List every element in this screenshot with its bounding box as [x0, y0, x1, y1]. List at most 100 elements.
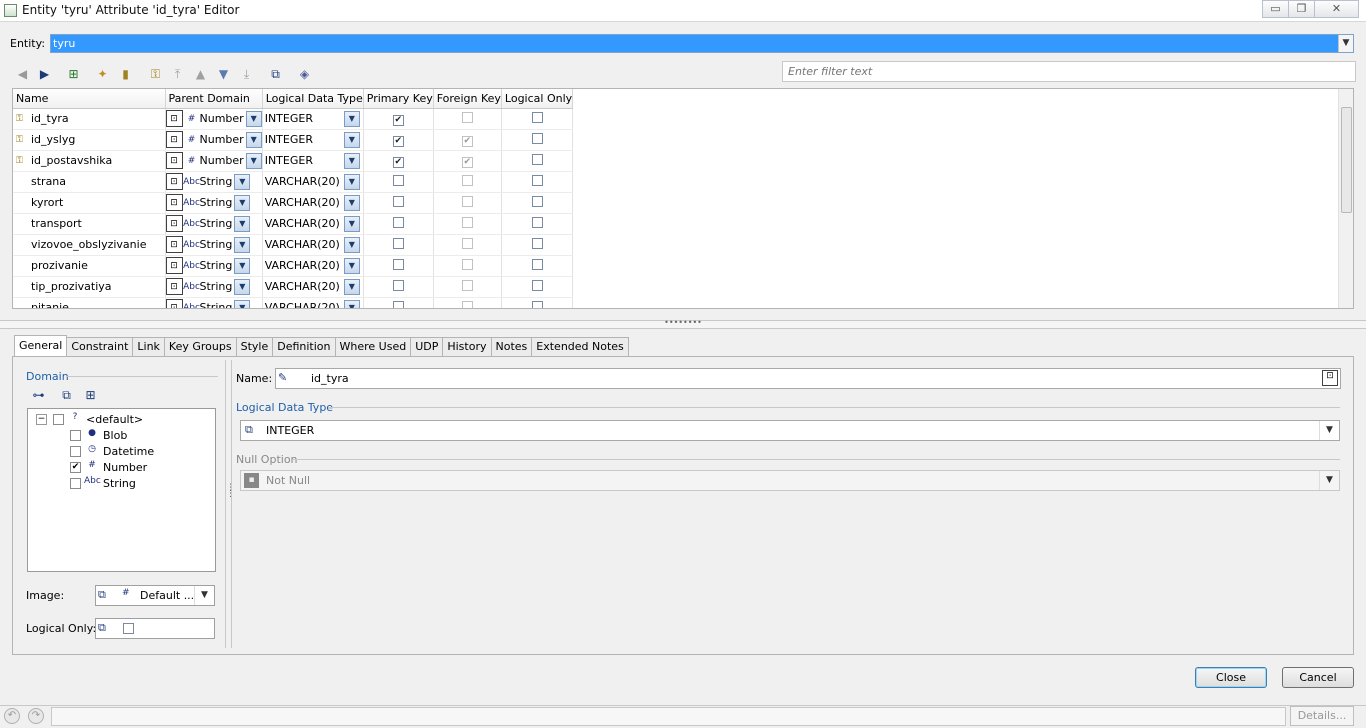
parent-domain-cell[interactable]: ⊡ Abc String ▼	[165, 192, 263, 214]
column-header-primary-key[interactable]: Primary Key	[363, 89, 434, 109]
chevron-down-icon[interactable]: ▼	[194, 586, 214, 605]
primary-key-checkbox[interactable]	[392, 258, 404, 270]
domain-picker-icon[interactable]: ⊡	[165, 299, 183, 308]
tree-node-checkbox[interactable]	[70, 445, 81, 457]
logical-only-checkbox[interactable]	[531, 216, 543, 228]
column-header-parent-domain[interactable]: Parent Domain	[165, 89, 263, 109]
table-row[interactable]: vizovoe_obslyzivanie ⊡ Abc String ▼ VARCHAR(2…	[13, 234, 574, 256]
move-down-icon[interactable]: ▼	[215, 66, 232, 82]
chevron-down-icon[interactable]: ▼	[245, 131, 262, 148]
cancel-button[interactable]: Cancel	[1282, 667, 1354, 688]
chevron-down-icon[interactable]: ▼	[343, 131, 360, 148]
restore-button[interactable]: ❐	[1288, 0, 1315, 18]
logical-only-checkbox[interactable]	[531, 174, 543, 186]
parent-domain-cell[interactable]: ⊡ # Number ▼	[165, 108, 263, 130]
chevron-down-icon[interactable]: ▼	[234, 194, 251, 211]
tab-style[interactable]: Style	[235, 337, 274, 357]
domain-picker-icon[interactable]: ⊡	[165, 152, 183, 169]
logical-data-type-cell[interactable]: VARCHAR(20) ▼	[262, 234, 364, 256]
logical-only-checkbox[interactable]	[531, 258, 543, 270]
logical-only-checkbox[interactable]	[531, 300, 543, 308]
domain-picker-icon[interactable]: ⊡	[165, 173, 183, 190]
logical-data-type-cell[interactable]: INTEGER ▼	[262, 129, 364, 151]
table-row[interactable]: ⚿ id_postavshika ⊡ # Number ▼ INTEGER ▼ ✔ ✔	[13, 150, 574, 172]
chevron-down-icon[interactable]: ▼	[343, 257, 360, 274]
primary-key-checkbox[interactable]	[392, 174, 404, 186]
attribute-name-cell[interactable]: prozivanie	[13, 255, 166, 277]
attribute-name-cell[interactable]: kyrort	[13, 192, 166, 214]
parent-domain-cell[interactable]: ⊡ # Number ▼	[165, 150, 263, 172]
table-row[interactable]: pitanie ⊡ Abc String ▼ VARCHAR(20) ▼	[13, 297, 574, 308]
undo-icon[interactable]: ↶	[4, 708, 20, 724]
column-header-logical-data-type[interactable]: Logical Data Type	[262, 89, 364, 109]
chevron-down-icon[interactable]: ▼	[234, 299, 251, 308]
tab-extended-notes[interactable]: Extended Notes	[531, 337, 629, 357]
move-up-icon[interactable]: ▲	[192, 66, 209, 82]
domain-new-icon[interactable]: ⧉	[58, 387, 75, 403]
tree-node-checkbox[interactable]	[70, 429, 81, 441]
domain-picker-icon[interactable]: ⊡	[165, 278, 183, 295]
chevron-down-icon[interactable]: ▼	[343, 236, 360, 253]
tree-node[interactable]: ● Blob	[70, 428, 127, 442]
image-picker-icon[interactable]: ⧉	[98, 588, 106, 602]
move-bottom-icon[interactable]: ⤓	[238, 66, 255, 82]
table-row[interactable]: transport ⊡ Abc String ▼ VARCHAR(20) ▼	[13, 213, 574, 235]
tab-constraint[interactable]: Constraint	[66, 337, 134, 357]
parent-domain-cell[interactable]: ⊡ Abc String ▼	[165, 276, 263, 298]
parent-domain-cell[interactable]: ⊡ Abc String ▼	[165, 171, 263, 193]
chevron-down-icon[interactable]: ▼	[245, 110, 262, 127]
table-row[interactable]: ⚿ id_tyra ⊡ # Number ▼ INTEGER ▼ ✔	[13, 108, 574, 130]
logical-only-checkbox[interactable]	[531, 195, 543, 207]
tree-node[interactable]: ◷ Datetime	[70, 444, 154, 458]
tab-general[interactable]: General	[14, 335, 68, 356]
logical-data-type-cell[interactable]: VARCHAR(20) ▼	[262, 171, 364, 193]
chevron-down-icon[interactable]: ▼	[1319, 421, 1339, 440]
filter-box[interactable]	[782, 61, 1356, 82]
chevron-down-icon[interactable]: ▼	[234, 173, 251, 190]
rename-icon[interactable]: ✎	[278, 371, 287, 384]
collapse-icon[interactable]: −	[36, 413, 47, 425]
close-button[interactable]: Close	[1195, 667, 1267, 688]
primary-key-checkbox[interactable]	[392, 300, 404, 308]
tab-notes[interactable]: Notes	[490, 337, 533, 357]
domain-picker-icon[interactable]: ⊡	[165, 194, 183, 211]
chevron-down-icon[interactable]: ▼	[245, 152, 262, 169]
column-header-name[interactable]: Name	[13, 89, 166, 109]
tree-node-checkbox[interactable]: ✔	[70, 461, 81, 473]
redo-icon[interactable]: ↷	[28, 708, 44, 724]
logical-data-type-cell[interactable]: VARCHAR(20) ▼	[262, 276, 364, 298]
attribute-name-cell[interactable]: tip_prozivatiya	[13, 276, 166, 298]
primary-key-checkbox[interactable]	[392, 195, 404, 207]
expand-icon[interactable]: ⊡	[1322, 370, 1338, 386]
attribute-name-cell[interactable]: ⚿ id_tyra	[13, 108, 166, 130]
tab-link[interactable]: Link	[132, 337, 165, 357]
scrollbar-thumb[interactable]	[1341, 107, 1352, 213]
primary-key-checkbox[interactable]	[392, 279, 404, 291]
parent-domain-cell[interactable]: ⊡ Abc String ▼	[165, 234, 263, 256]
vertical-splitter[interactable]: ⋮ ⋮	[225, 360, 235, 648]
logical-data-type-cell[interactable]: INTEGER ▼	[262, 150, 364, 172]
horizontal-splitter[interactable]: ••••••••	[0, 319, 1366, 329]
column-header-foreign-key[interactable]: Foreign Key	[433, 89, 502, 109]
logical-data-type-cell[interactable]: VARCHAR(20) ▼	[262, 192, 364, 214]
column-header-logical-only[interactable]: Logical Only	[501, 89, 574, 109]
logical-only-checkbox[interactable]	[123, 623, 134, 634]
nav-first-icon[interactable]: ◀	[14, 66, 31, 82]
parent-domain-cell[interactable]: ⊡ Abc String ▼	[165, 255, 263, 277]
logical-data-type-cell[interactable]: VARCHAR(20) ▼	[262, 213, 364, 235]
tree-node[interactable]: ✔ # Number	[70, 460, 147, 474]
tree-node-checkbox[interactable]	[70, 477, 81, 489]
chevron-down-icon[interactable]: ▼	[234, 257, 251, 274]
logical-data-type-cell[interactable]: VARCHAR(20) ▼	[262, 255, 364, 277]
new-attribute-icon[interactable]: ✦	[94, 66, 111, 82]
tab-where-used[interactable]: Where Used	[334, 337, 412, 357]
chevron-down-icon[interactable]: ▼	[1338, 35, 1353, 52]
entity-select[interactable]: tyru ▼	[50, 34, 1354, 53]
name-field[interactable]: ✎ id_tyra ⊡	[275, 368, 1341, 389]
chevron-down-icon[interactable]: ▼	[343, 194, 360, 211]
chevron-down-icon[interactable]: ▼	[343, 215, 360, 232]
nav-next-icon[interactable]: ▶	[36, 66, 53, 82]
logical-only-checkbox[interactable]	[531, 237, 543, 249]
parent-domain-cell[interactable]: ⊡ # Number ▼	[165, 129, 263, 151]
logical-data-type-cell[interactable]: VARCHAR(20) ▼	[262, 297, 364, 308]
